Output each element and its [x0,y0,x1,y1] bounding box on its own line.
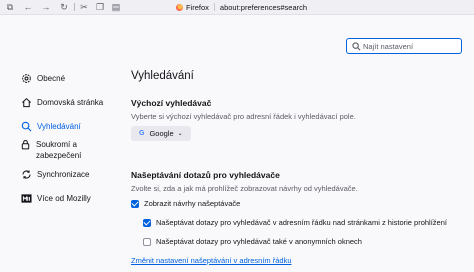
urlbar-suggestions-option[interactable]: Našeptávat dotazy pro vyhledávač v adres… [143,218,447,227]
checkbox-label: Našeptávat dotazy pro vyhledávač také v … [156,237,362,246]
sidebar-item-label: Obecné [37,74,66,83]
new-tab-icon[interactable]: ⧉ [4,0,16,14]
cut-icon[interactable]: ✂ [78,0,90,14]
mozilla-icon [20,192,32,204]
sidebar-item-general[interactable]: Obecné [20,72,124,84]
checkbox-label: Našeptávat dotazy pro vyhledávač v adres… [156,218,447,227]
sidebar-item-mozilla[interactable]: Více od Mozilly [20,192,124,204]
default-engine-dropdown[interactable]: G Google ⌄ [131,126,191,141]
firefox-logo-icon [176,3,183,11]
sidebar-item-search[interactable]: Vyhledávání [20,120,124,132]
sidebar-item-label: Domovská stránka [37,98,104,107]
settings-search-input[interactable] [363,41,459,51]
forward-icon[interactable]: → [40,0,52,14]
default-engine-selected: Google [149,129,174,138]
search-icon [350,39,362,53]
browser-toolbar: ⧉ ← → ↻ ✂ ❐ ▤ Firefox about:preferences#… [0,0,474,15]
change-urlbar-settings-link[interactable]: Změnit nastavení našeptávání v adresním … [131,256,292,265]
reload-icon[interactable]: ↻ [58,0,70,14]
toolbar-separator [74,3,75,11]
sync-icon [20,168,32,180]
lock-icon [20,138,31,150]
sidebar-item-sync[interactable]: Synchronizace [20,168,124,180]
chevron-down-icon: ⌄ [177,131,183,137]
sidebar-item-label: Více od Mozilly [37,194,91,203]
search-icon [20,120,32,132]
url-bar[interactable]: Firefox about:preferences#search [176,0,307,14]
url-divider [213,3,215,11]
sidebar-item-label: Synchronizace [37,170,90,179]
paste-icon[interactable]: ▤ [110,0,122,14]
sidebar-item-label: Soukromí a zabezpečení [36,140,82,160]
checkbox-label: Zobrazit návrhy našeptávače [144,199,241,208]
copy-icon[interactable]: ❐ [94,0,106,14]
suggestions-description: Zvolte si, zda a jak má prohlížeč zobraz… [131,184,358,193]
google-logo-icon: G [139,130,145,137]
default-engine-description: Vyberte si výchozí vyhledávač pro adresn… [131,112,356,121]
page-title: Vyhledávání [131,70,194,82]
show-suggestions-option[interactable]: Zobrazit návrhy našeptávače [131,199,240,208]
suggestions-heading: Našeptávání dotazů pro vyhledávače [131,170,280,180]
private-suggestions-checkbox[interactable] [143,237,151,246]
settings-search-box[interactable] [346,38,462,54]
back-icon[interactable]: ← [22,0,34,14]
sidebar-item-home[interactable]: Domovská stránka [20,96,124,108]
show-suggestions-checkbox[interactable] [131,199,139,208]
sidebar-item-label: Vyhledávání [37,122,81,131]
url-text[interactable]: about:preferences#search [220,3,307,12]
gear-icon [20,72,32,84]
home-icon [20,96,32,108]
sidebar-item-privacy[interactable]: Soukromí a zabezpečení [20,138,82,161]
url-brand: Firefox [186,2,209,12]
private-suggestions-option[interactable]: Našeptávat dotazy pro vyhledávač také v … [143,237,362,246]
default-engine-heading: Výchozí vyhledávač [131,98,212,108]
urlbar-suggestions-checkbox[interactable] [143,218,151,227]
